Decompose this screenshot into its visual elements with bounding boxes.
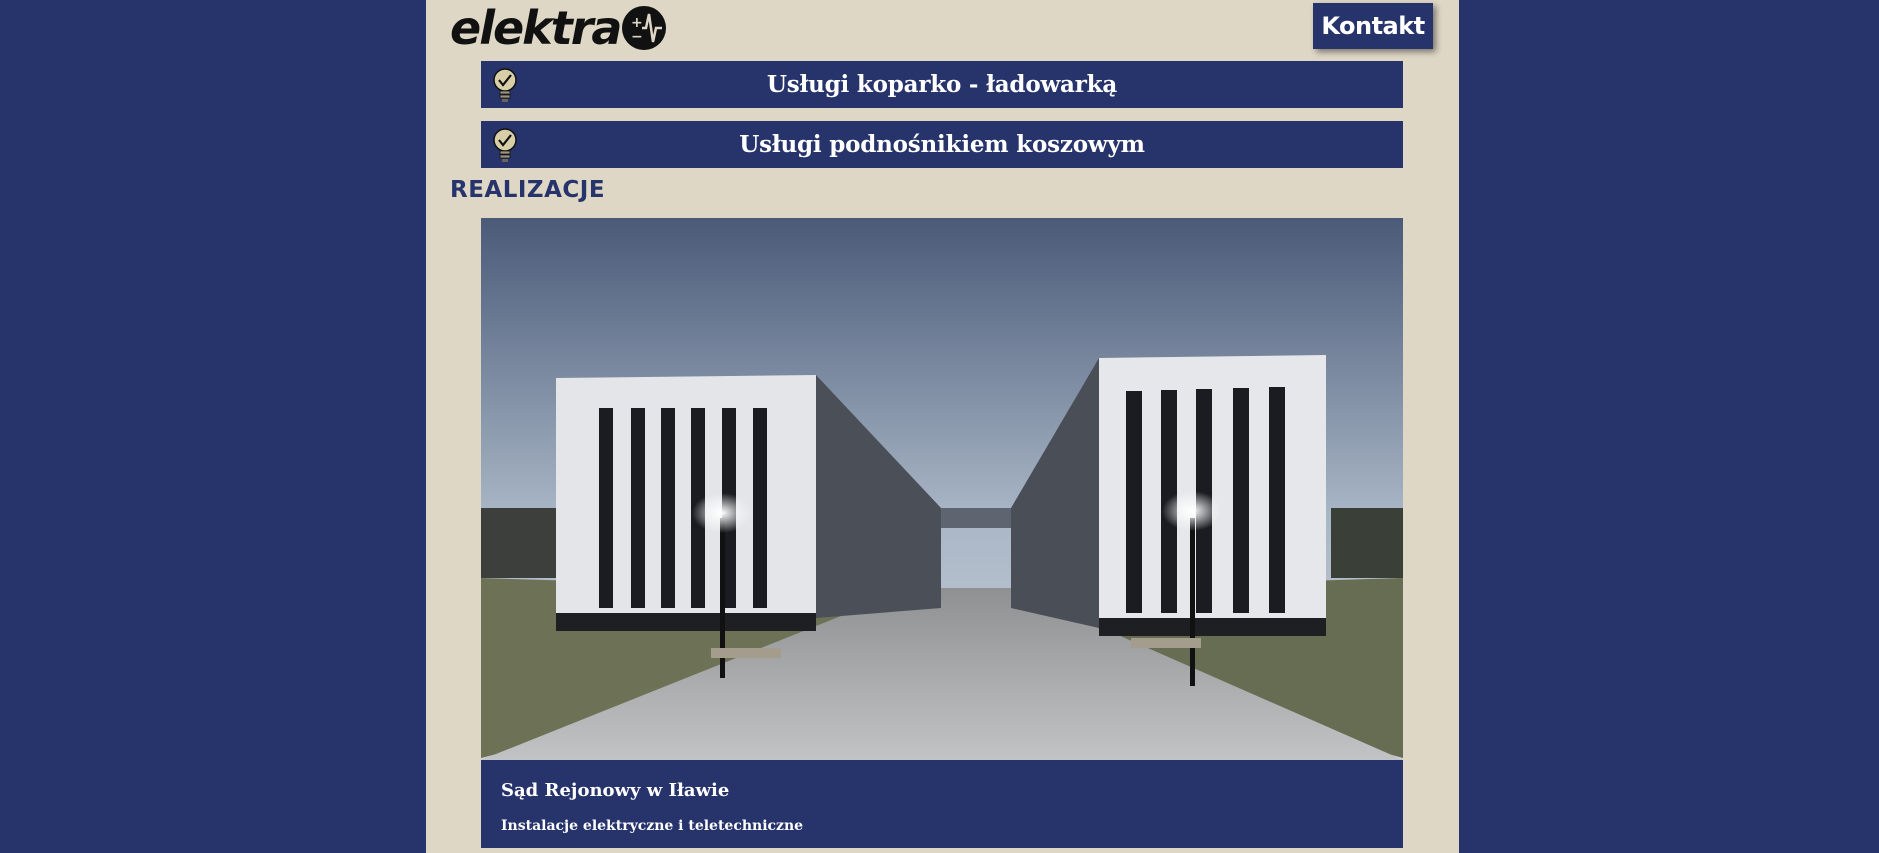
- realizations-heading: REALIZACJE: [450, 177, 606, 203]
- lightbulb-check-icon: [491, 127, 519, 163]
- service-label: Usługi podnośnikiem koszowym: [739, 131, 1145, 158]
- contact-button[interactable]: Kontakt: [1313, 3, 1433, 49]
- project-title: Sąd Rejonowy w Iławie: [501, 780, 730, 801]
- project-subtitle: Instalacje elektryczne i teletechniczne: [501, 818, 804, 834]
- svg-text:−: −: [631, 29, 643, 45]
- project-card[interactable]: Sąd Rejonowy w Iławie Instalacje elektry…: [481, 218, 1403, 848]
- service-excavator-loader-link[interactable]: Usługi koparko - ładowarką: [481, 61, 1403, 108]
- plus-minus-wave-logo-icon: + −: [622, 6, 667, 50]
- logo-text: elektra: [450, 1, 622, 55]
- service-bucket-lift-link[interactable]: Usługi podnośnikiem koszowym: [481, 121, 1403, 168]
- service-label: Usługi koparko - ładowarką: [766, 71, 1118, 98]
- lightbulb-check-icon: [491, 67, 519, 103]
- page-container: elektra + − Kontakt Usługi koparko - ład…: [426, 0, 1459, 853]
- elektra-logo[interactable]: elektra + −: [450, 1, 667, 55]
- project-photo: [481, 218, 1403, 760]
